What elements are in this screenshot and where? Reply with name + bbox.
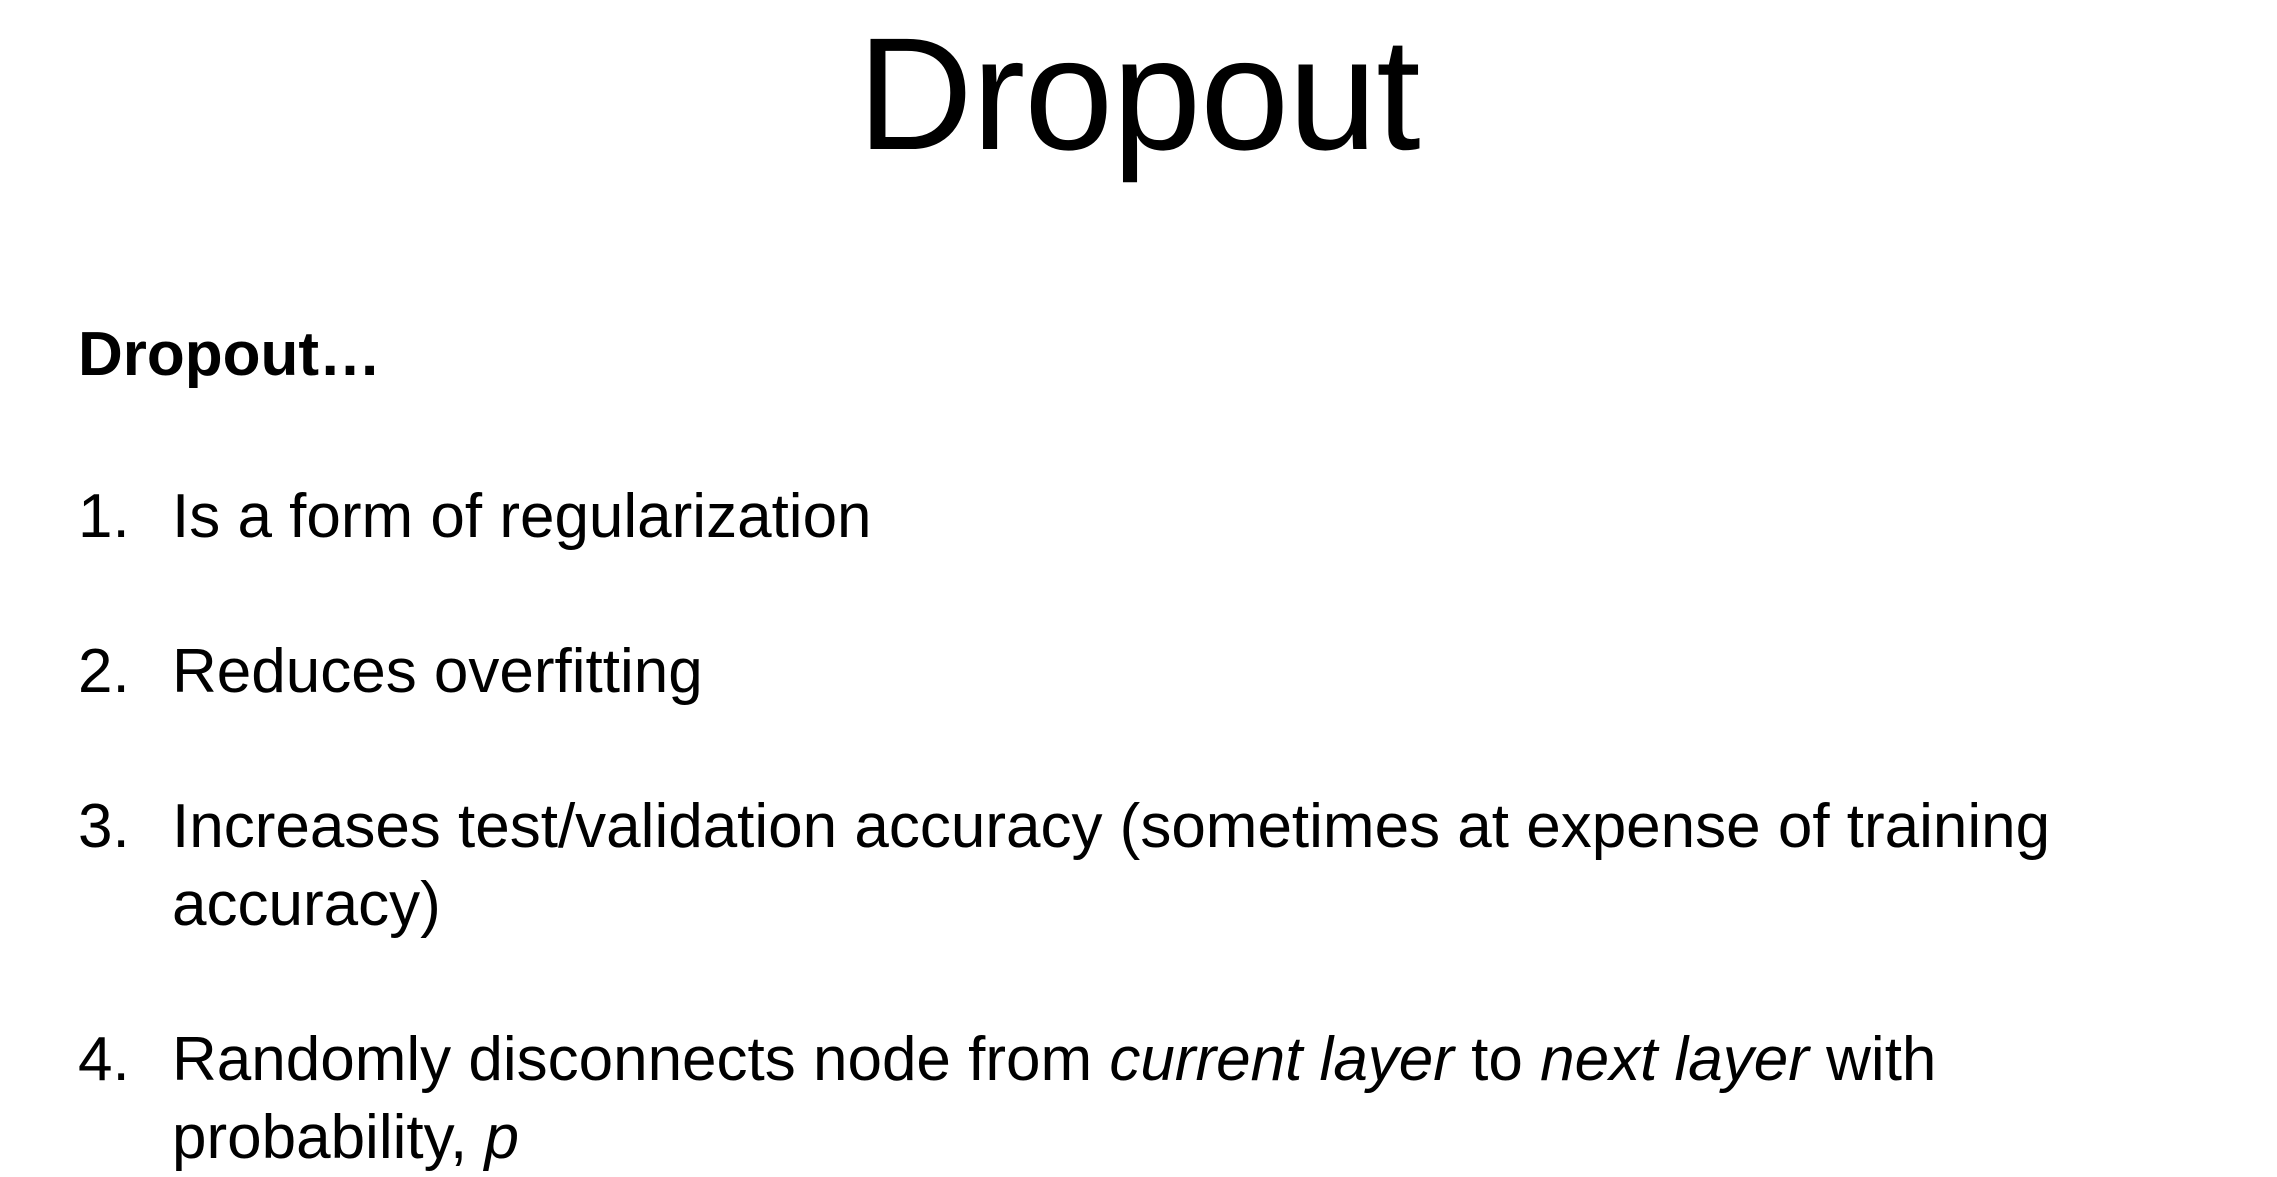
slide-subheading: Dropout…: [78, 320, 382, 389]
list-item: 1. Is a form of regularization: [78, 478, 2218, 556]
list-item-text: Is a form of regularization: [172, 482, 872, 551]
emphasis-current-layer: current layer: [1109, 1025, 1454, 1094]
list-item-text: Reduces overfitting: [172, 637, 703, 706]
list-item-number: 3.: [78, 792, 130, 861]
list-item-number: 1.: [78, 482, 130, 551]
list-item: 2. Reduces overfitting: [78, 633, 2218, 711]
emphasis-next-layer: next layer: [1540, 1025, 1809, 1094]
list-item-number: 2.: [78, 637, 130, 706]
text-run: Randomly disconnects node from: [172, 1025, 1110, 1094]
list-item-text: Increases test/validation accuracy (some…: [172, 792, 2051, 939]
text-run: to: [1453, 1025, 1541, 1094]
list-item: 3. Increases test/validation accuracy (s…: [78, 788, 2218, 944]
slide: Dropout Dropout… 1. Is a form of regular…: [0, 0, 2277, 1172]
list-item-number: 4.: [78, 1025, 130, 1094]
list-item: 4. Randomly disconnects node from curren…: [78, 1021, 2218, 1177]
slide-title: Dropout: [857, 4, 1420, 183]
list-item-text: Randomly disconnects node from current l…: [172, 1021, 2222, 1177]
emphasis-p: p: [484, 1103, 519, 1172]
